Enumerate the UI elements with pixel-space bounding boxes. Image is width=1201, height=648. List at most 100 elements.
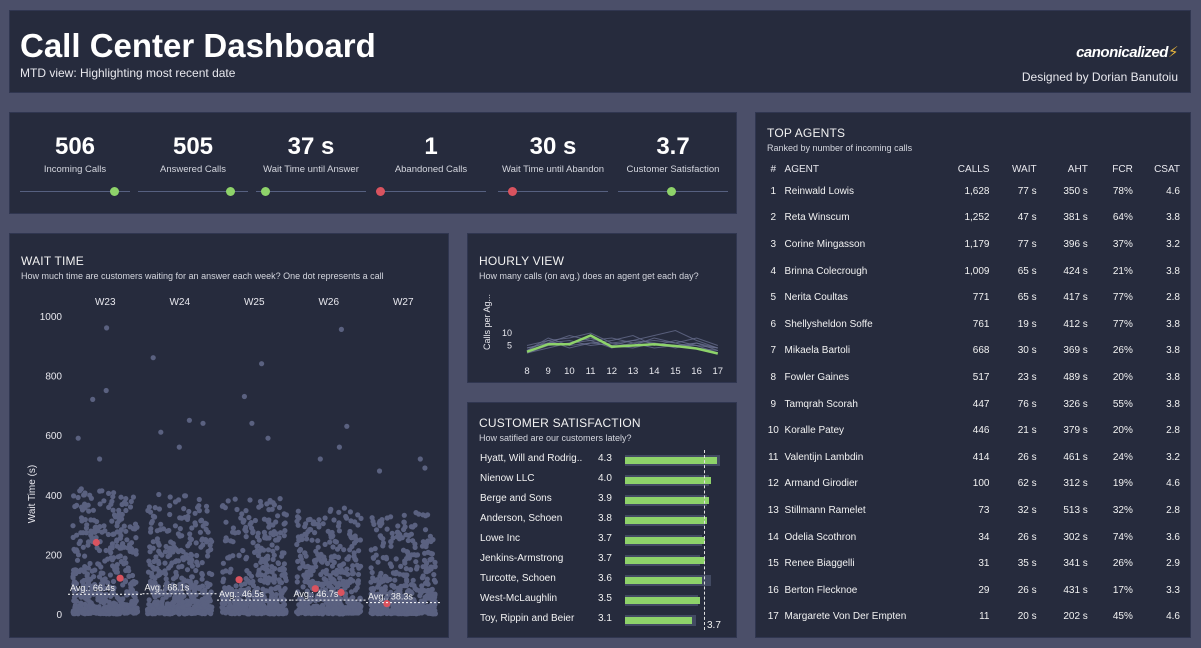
csat-row[interactable]: Lowe Inc 3.7 (480, 530, 730, 550)
agent-csat: 2.8 (1166, 425, 1180, 437)
call-dot (401, 519, 407, 525)
agent-row[interactable]: 4 Brinna Colecrough 1,009 65 s 424 s 21% 3.8 (762, 258, 1186, 285)
call-dot (109, 557, 115, 563)
csat-current-bar (625, 577, 703, 584)
call-dot (413, 559, 419, 565)
call-dot (99, 488, 105, 494)
agent-aht: 489 s (1063, 371, 1088, 383)
call-dot (77, 602, 83, 608)
week-dot-cloud[interactable] (144, 355, 215, 617)
recent-call-dot[interactable] (235, 576, 243, 584)
csat-row[interactable]: Berge and Sons 3.9 (480, 490, 730, 510)
call-dot (335, 554, 341, 560)
call-dot (315, 603, 321, 610)
week-dot-cloud[interactable] (70, 325, 141, 617)
call-dot (153, 602, 160, 608)
wait-time-ytick: 600 (45, 431, 62, 442)
kpi-card[interactable]: 37 s Wait Time until Answer (252, 133, 370, 196)
csat-row[interactable]: Toy, Rippin and Beier 3.1 (480, 610, 730, 630)
kpi-card[interactable]: 505 Answered Calls (134, 133, 252, 196)
call-dot (130, 549, 136, 555)
brand-logo[interactable]: canonicalized⚡ (1076, 43, 1178, 61)
call-dot (271, 552, 277, 558)
agent-row[interactable]: 14 Odelia Scothron 34 26 s 302 s 74% 3.6 (762, 524, 1186, 551)
call-dot (419, 543, 426, 549)
hour-label: 8 (524, 366, 529, 377)
agent-row[interactable]: 6 Shellysheldon Soffe 761 19 s 412 s 77% 3.8 (762, 311, 1186, 338)
call-dot (101, 600, 107, 606)
kpi-card[interactable]: 30 s Wait Time until Abandon (494, 133, 612, 196)
agent-row[interactable]: 17 Margarete Von Der Empten 11 20 s 202 s 45%… (762, 604, 1186, 631)
agent-row[interactable]: 8 Fowler Gaines 517 23 s 489 s 20% 3.8 (762, 364, 1186, 391)
agents-column-header[interactable]: CSAT (1139, 160, 1186, 178)
call-dot (431, 577, 437, 583)
recent-call-dot[interactable] (92, 538, 100, 547)
agents-column-header[interactable]: # (762, 160, 785, 178)
agent-wait: 21 s (1017, 425, 1037, 437)
call-dot (429, 587, 435, 593)
agents-column-header[interactable]: AHT (1043, 160, 1094, 178)
agent-name: Reta Winscum (784, 212, 850, 224)
agent-name: Reinwald Lowis (784, 185, 855, 197)
csat-row[interactable]: Nienow LLC 4.0 (480, 470, 730, 490)
recent-call-dot[interactable] (337, 588, 345, 597)
csat-row[interactable]: Anderson, Schoen 3.8 (480, 510, 730, 530)
csat-current-bar (625, 557, 705, 564)
call-dot (404, 577, 410, 583)
call-dot (116, 510, 122, 516)
agent-fcr: 74% (1112, 531, 1133, 543)
agent-row[interactable]: 15 Renee Biaggelli 31 35 s 341 s 26% 2.9 (762, 550, 1186, 577)
call-dot (114, 537, 120, 543)
week-dot-cloud[interactable] (219, 361, 289, 617)
agent-row[interactable]: 5 Nerita Coultas 771 65 s 417 s 77% 2.8 (762, 284, 1186, 311)
agent-row[interactable]: 13 Stillmann Ramelet 73 32 s 513 s 32% 2.8 (762, 497, 1186, 524)
kpi-card[interactable]: 3.7 Customer Satisfaction (614, 133, 732, 196)
call-dot (334, 567, 340, 573)
csat-row[interactable]: Jenkins-Armstrong 3.7 (480, 550, 730, 570)
call-dot (389, 608, 395, 614)
call-dot (258, 502, 264, 509)
recent-call-dot[interactable] (116, 574, 124, 582)
hourly-chart[interactable]: Calls per Ag... 5 10 8 9 10 11 12 13 14 15 16 17 (468, 234, 738, 384)
kpi-card[interactable]: 506 Incoming Calls (16, 133, 134, 196)
call-dot (295, 558, 301, 564)
agent-row[interactable]: 3 Corine Mingasson 1,179 77 s 396 s 37% 3.2 (762, 231, 1186, 258)
call-dot (111, 564, 117, 570)
kpi-card[interactable]: 1 Abandoned Calls (372, 133, 490, 196)
agent-rank: 2 (770, 212, 777, 224)
agent-row[interactable]: 9 Tamqrah Scorah 447 76 s 326 s 55% 3.8 (762, 391, 1186, 418)
agent-row[interactable]: 16 Berton Flecknoe 29 26 s 431 s 17% 3.3 (762, 577, 1186, 604)
call-dot (199, 570, 205, 577)
call-dot (266, 507, 272, 513)
agent-row[interactable]: 7 Mikaela Bartoli 668 30 s 369 s 26% 3.8 (762, 338, 1186, 365)
agent-fcr: 17% (1112, 584, 1133, 596)
hour-label: 13 (628, 366, 639, 377)
call-dot (307, 579, 313, 585)
agent-row[interactable]: 10 Koralle Patey 446 21 s 379 s 20% 2.8 (762, 417, 1186, 444)
call-dot (348, 518, 354, 524)
call-dot (406, 603, 412, 609)
agents-column-header[interactable]: WAIT (995, 160, 1042, 178)
agents-column-header[interactable]: AGENT (785, 160, 939, 178)
call-dot (158, 521, 164, 527)
csat-row[interactable]: Hyatt, Will and Rodrig.. 4.3 (480, 450, 730, 470)
call-dot (194, 585, 200, 591)
agent-row[interactable]: 12 Armand Girodier 100 62 s 312 s 19% 4.6 (762, 471, 1186, 498)
csat-row[interactable]: Turcotte, Schoen 3.6 (480, 570, 730, 590)
call-dot (349, 567, 355, 573)
agent-row[interactable]: 11 Valentijn Lambdin 414 26 s 461 s 24% 3.2 (762, 444, 1186, 471)
call-dot (266, 517, 272, 523)
call-dot (114, 523, 120, 529)
call-dot (341, 505, 347, 511)
wait-time-chart[interactable]: Wait Time (s) 0 200 400 600 800 1000 W23 Avg.: 6… (10, 234, 450, 639)
agent-row[interactable]: 2 Reta Winscum 1,252 47 s 381 s 64% 3.8 (762, 205, 1186, 232)
week-dot-cloud[interactable] (294, 326, 364, 617)
agent-name: Mikaela Bartoli (784, 345, 851, 357)
agent-aht: 431 s (1063, 584, 1088, 596)
agents-column-header[interactable]: FCR (1094, 160, 1139, 178)
csat-row[interactable]: West-McLaughlin 3.5 (480, 590, 730, 610)
agents-column-header[interactable]: CALLS (938, 160, 995, 178)
call-dot (358, 515, 364, 521)
agent-row[interactable]: 1 Reinwald Lowis 1,628 77 s 350 s 78% 4.6 (762, 178, 1186, 205)
wait-time-ylabel: Wait Time (s) (27, 465, 38, 524)
